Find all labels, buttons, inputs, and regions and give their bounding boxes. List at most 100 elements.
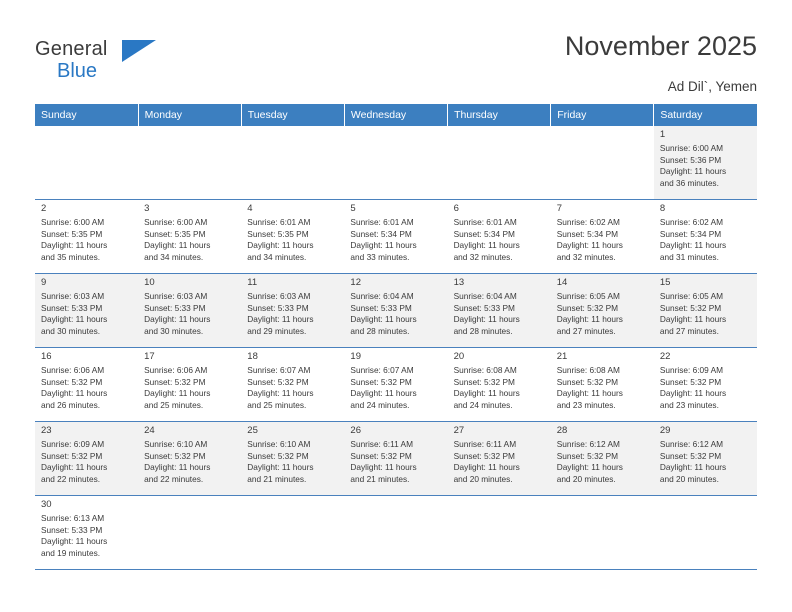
calendar-day-cell[interactable]: 10 Sunrise: 6:03 AM Sunset: 5:33 PM Dayli… [138,273,242,348]
page-header: General Blue November 2025 Ad Dil`, Yeme… [0,0,792,100]
calendar-day-cell[interactable]: 14 Sunrise: 6:05 AM Sunset: 5:32 PM Dayli… [550,273,654,348]
calendar-day-cell[interactable]: 13 Sunrise: 6:04 AM Sunset: 5:33 PM Dayli… [447,273,551,348]
calendar-day-cell[interactable]: 8 Sunrise: 6:02 AM Sunset: 5:34 PM Daylig… [653,199,757,274]
calendar-cell-empty [241,495,345,570]
day-sun-info: Sunrise: 6:13 AM Sunset: 5:33 PM Dayligh… [41,513,108,558]
calendar-day-cell[interactable]: 4 Sunrise: 6:01 AM Sunset: 5:35 PM Daylig… [241,199,345,274]
calendar-cell-empty [138,495,242,570]
day-sun-info: Sunrise: 6:12 AM Sunset: 5:32 PM Dayligh… [659,439,727,484]
calendar-day-cell[interactable]: 6 Sunrise: 6:01 AM Sunset: 5:34 PM Daylig… [447,199,551,274]
day-number: 13 [453,277,465,288]
calendar-cell-empty [344,126,448,200]
day-sun-info: Sunrise: 6:07 AM Sunset: 5:32 PM Dayligh… [350,365,417,410]
calendar-day-cell[interactable]: 2 Sunrise: 6:00 AM Sunset: 5:35 PM Daylig… [35,199,139,274]
calendar-week-row: 1 Sunrise: 6:00 AM Sunset: 5:36 PM Daylig… [35,126,757,200]
day-sun-info: Sunrise: 6:01 AM Sunset: 5:35 PM Dayligh… [247,217,314,262]
day-sun-info: Sunrise: 6:10 AM Sunset: 5:32 PM Dayligh… [144,439,211,484]
calendar-day-cell[interactable]: 16 Sunrise: 6:06 AM Sunset: 5:32 PM Dayli… [35,347,139,422]
calendar-cell-empty [447,495,551,570]
day-sun-info: Sunrise: 6:01 AM Sunset: 5:34 PM Dayligh… [453,217,520,262]
day-number: 4 [247,203,253,214]
location-label: Ad Dil`, Yemen [667,79,757,94]
calendar-week-row: 2 Sunrise: 6:00 AM Sunset: 5:35 PM Daylig… [35,199,757,274]
day-number: 8 [659,203,666,214]
day-number: 23 [41,425,52,436]
day-sun-info: Sunrise: 6:09 AM Sunset: 5:32 PM Dayligh… [41,439,108,484]
calendar-day-cell[interactable]: 9 Sunrise: 6:03 AM Sunset: 5:33 PM Daylig… [35,273,139,348]
day-number: 14 [556,277,568,288]
calendar-day-cell[interactable]: 22 Sunrise: 6:09 AM Sunset: 5:32 PM Dayli… [653,347,757,422]
day-sun-info: Sunrise: 6:11 AM Sunset: 5:32 PM Dayligh… [350,439,417,484]
day-sun-info: Sunrise: 6:00 AM Sunset: 5:35 PM Dayligh… [41,217,108,262]
day-number: 9 [41,277,47,288]
day-number: 30 [41,499,52,510]
weekday-header-sunday: Sunday [35,104,139,126]
day-sun-info: Sunrise: 6:04 AM Sunset: 5:33 PM Dayligh… [350,291,417,336]
calendar-day-cell[interactable]: 23 Sunrise: 6:09 AM Sunset: 5:32 PM Dayli… [35,421,139,496]
calendar-day-cell[interactable]: 12 Sunrise: 6:04 AM Sunset: 5:33 PM Dayli… [344,273,448,348]
day-number: 26 [350,425,361,436]
calendar-day-cell[interactable]: 21 Sunrise: 6:08 AM Sunset: 5:32 PM Dayli… [550,347,654,422]
logo[interactable]: General Blue [35,38,175,88]
day-sun-info: Sunrise: 6:03 AM Sunset: 5:33 PM Dayligh… [247,291,314,336]
day-sun-info: Sunrise: 6:11 AM Sunset: 5:32 PM Dayligh… [453,439,520,484]
calendar-cell-empty [550,495,654,570]
day-sun-info: Sunrise: 6:00 AM Sunset: 5:36 PM Dayligh… [659,143,727,188]
day-number: 7 [556,203,562,214]
weekday-header-friday: Friday [550,104,655,126]
calendar-body: 1 Sunrise: 6:00 AM Sunset: 5:36 PM Daylig… [35,126,757,570]
calendar-day-cell[interactable]: 29 Sunrise: 6:12 AM Sunset: 5:32 PM Dayli… [653,421,757,496]
day-number: 12 [350,277,361,288]
day-sun-info: Sunrise: 6:02 AM Sunset: 5:34 PM Dayligh… [659,217,727,262]
calendar-day-cell[interactable]: 28 Sunrise: 6:12 AM Sunset: 5:32 PM Dayli… [550,421,654,496]
calendar-day-cell[interactable]: 25 Sunrise: 6:10 AM Sunset: 5:32 PM Dayli… [241,421,345,496]
calendar-day-cell[interactable]: 1 Sunrise: 6:00 AM Sunset: 5:36 PM Daylig… [653,126,757,200]
day-sun-info: Sunrise: 6:03 AM Sunset: 5:33 PM Dayligh… [41,291,108,336]
calendar-week-row: 9 Sunrise: 6:03 AM Sunset: 5:33 PM Daylig… [35,273,757,348]
day-number: 20 [453,351,465,362]
day-number: 11 [247,277,258,288]
calendar-day-cell[interactable]: 15 Sunrise: 6:05 AM Sunset: 5:32 PM Dayli… [653,273,757,348]
calendar-day-cell[interactable]: 11 Sunrise: 6:03 AM Sunset: 5:33 PM Dayli… [241,273,345,348]
day-sun-info: Sunrise: 6:04 AM Sunset: 5:33 PM Dayligh… [453,291,520,336]
calendar-day-cell[interactable]: 30 Sunrise: 6:13 AM Sunset: 5:33 PM Dayli… [35,495,139,570]
day-number: 15 [659,277,671,288]
calendar-day-cell[interactable]: 19 Sunrise: 6:07 AM Sunset: 5:32 PM Dayli… [344,347,448,422]
calendar-day-cell[interactable]: 7 Sunrise: 6:02 AM Sunset: 5:34 PM Daylig… [550,199,654,274]
calendar-day-cell[interactable]: 24 Sunrise: 6:10 AM Sunset: 5:32 PM Dayli… [138,421,242,496]
calendar-day-cell[interactable]: 17 Sunrise: 6:06 AM Sunset: 5:32 PM Dayli… [138,347,242,422]
calendar-day-cell[interactable]: 5 Sunrise: 6:01 AM Sunset: 5:34 PM Daylig… [344,199,448,274]
calendar-day-cell[interactable]: 26 Sunrise: 6:11 AM Sunset: 5:32 PM Dayli… [344,421,448,496]
day-number: 25 [247,425,258,436]
day-number: 3 [144,203,150,214]
day-number: 16 [41,351,52,362]
day-number: 24 [144,425,155,436]
calendar-day-cell[interactable]: 18 Sunrise: 6:07 AM Sunset: 5:32 PM Dayli… [241,347,345,422]
calendar-cell-empty [241,126,345,200]
calendar-cell-empty [653,495,757,570]
weekday-header-tuesday: Tuesday [241,104,345,126]
calendar-cell-empty [35,126,139,200]
calendar-day-cell[interactable]: 3 Sunrise: 6:00 AM Sunset: 5:35 PM Daylig… [138,199,242,274]
calendar-week-row: 23 Sunrise: 6:09 AM Sunset: 5:32 PM Dayli… [35,421,757,496]
day-number: 18 [247,351,258,362]
calendar-week-row: 16 Sunrise: 6:06 AM Sunset: 5:32 PM Dayli… [35,347,757,422]
day-sun-info: Sunrise: 6:12 AM Sunset: 5:32 PM Dayligh… [556,439,623,484]
day-sun-info: Sunrise: 6:06 AM Sunset: 5:32 PM Dayligh… [41,365,108,410]
day-number: 29 [659,425,671,436]
calendar-day-cell[interactable]: 20 Sunrise: 6:08 AM Sunset: 5:32 PM Dayli… [447,347,551,422]
triangle-flag-icon [122,40,156,62]
day-number: 5 [350,203,356,214]
day-sun-info: Sunrise: 6:10 AM Sunset: 5:32 PM Dayligh… [247,439,314,484]
weekday-header-saturday: Saturday [653,104,757,126]
weekday-header-row: Sunday Monday Tuesday Wednesday Thursday… [35,104,757,126]
day-sun-info: Sunrise: 6:03 AM Sunset: 5:33 PM Dayligh… [144,291,211,336]
calendar-day-cell[interactable]: 27 Sunrise: 6:11 AM Sunset: 5:32 PM Dayli… [447,421,551,496]
day-sun-info: Sunrise: 6:08 AM Sunset: 5:32 PM Dayligh… [453,365,520,410]
day-sun-info: Sunrise: 6:01 AM Sunset: 5:34 PM Dayligh… [350,217,417,262]
weekday-header-monday: Monday [138,104,242,126]
day-number: 21 [556,351,568,362]
day-sun-info: Sunrise: 6:02 AM Sunset: 5:34 PM Dayligh… [556,217,623,262]
day-number: 1 [659,129,666,140]
day-number: 28 [556,425,568,436]
